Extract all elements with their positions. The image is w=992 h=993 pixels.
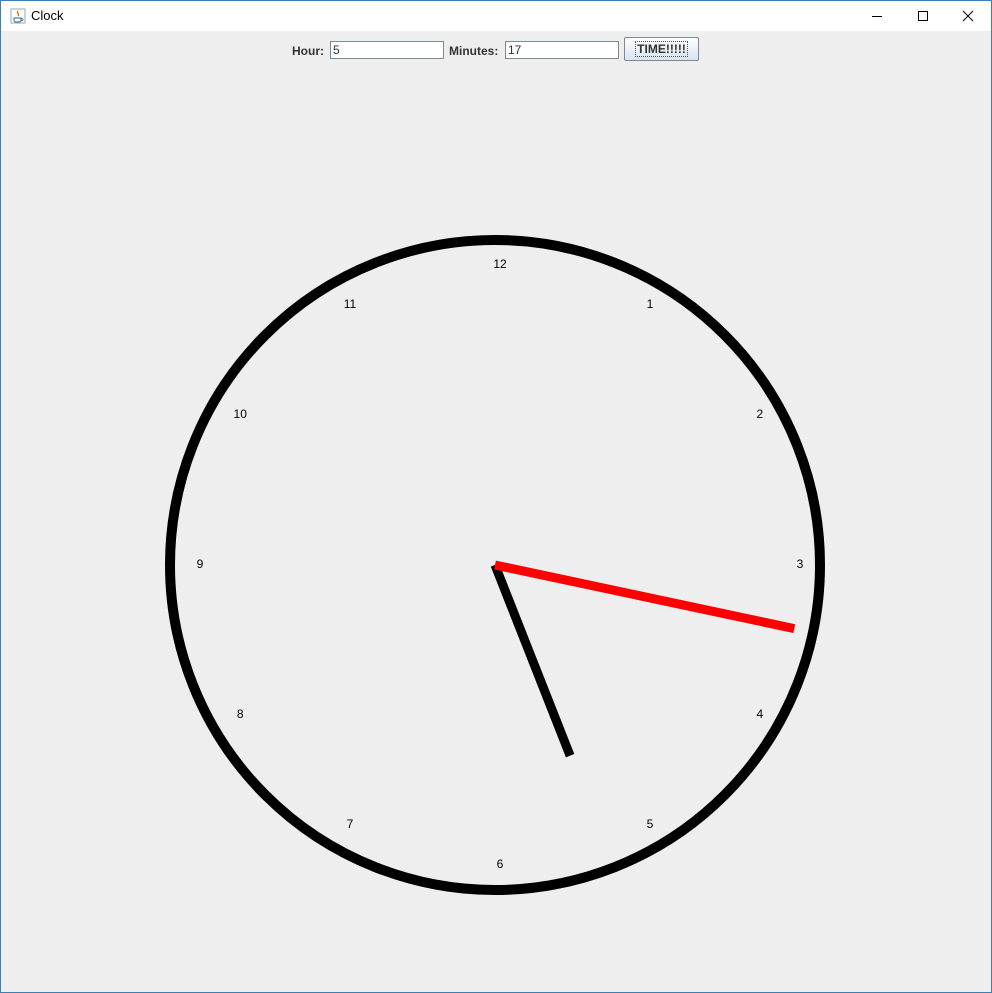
clock-number-1: 1 (647, 297, 654, 311)
clock-number-2: 2 (756, 407, 763, 421)
clock-face: 121234567891011 (165, 235, 825, 895)
clock-number-11: 11 (344, 297, 357, 311)
clock-number-12: 12 (493, 257, 507, 271)
clock-number-9: 9 (197, 557, 204, 571)
clock-number-7: 7 (347, 817, 354, 831)
clock-number-8: 8 (237, 707, 244, 721)
clock-number-4: 4 (756, 707, 763, 721)
minute-hand (494, 560, 796, 634)
clock-number-6: 6 (497, 857, 504, 871)
clock-number-5: 5 (647, 817, 654, 831)
clock-number-10: 10 (234, 407, 248, 421)
clock-number-3: 3 (797, 557, 804, 571)
clock-window: Clock Hour: Minutes: TIME!!!!! 121234567… (0, 0, 992, 993)
hour-hand (490, 563, 575, 758)
